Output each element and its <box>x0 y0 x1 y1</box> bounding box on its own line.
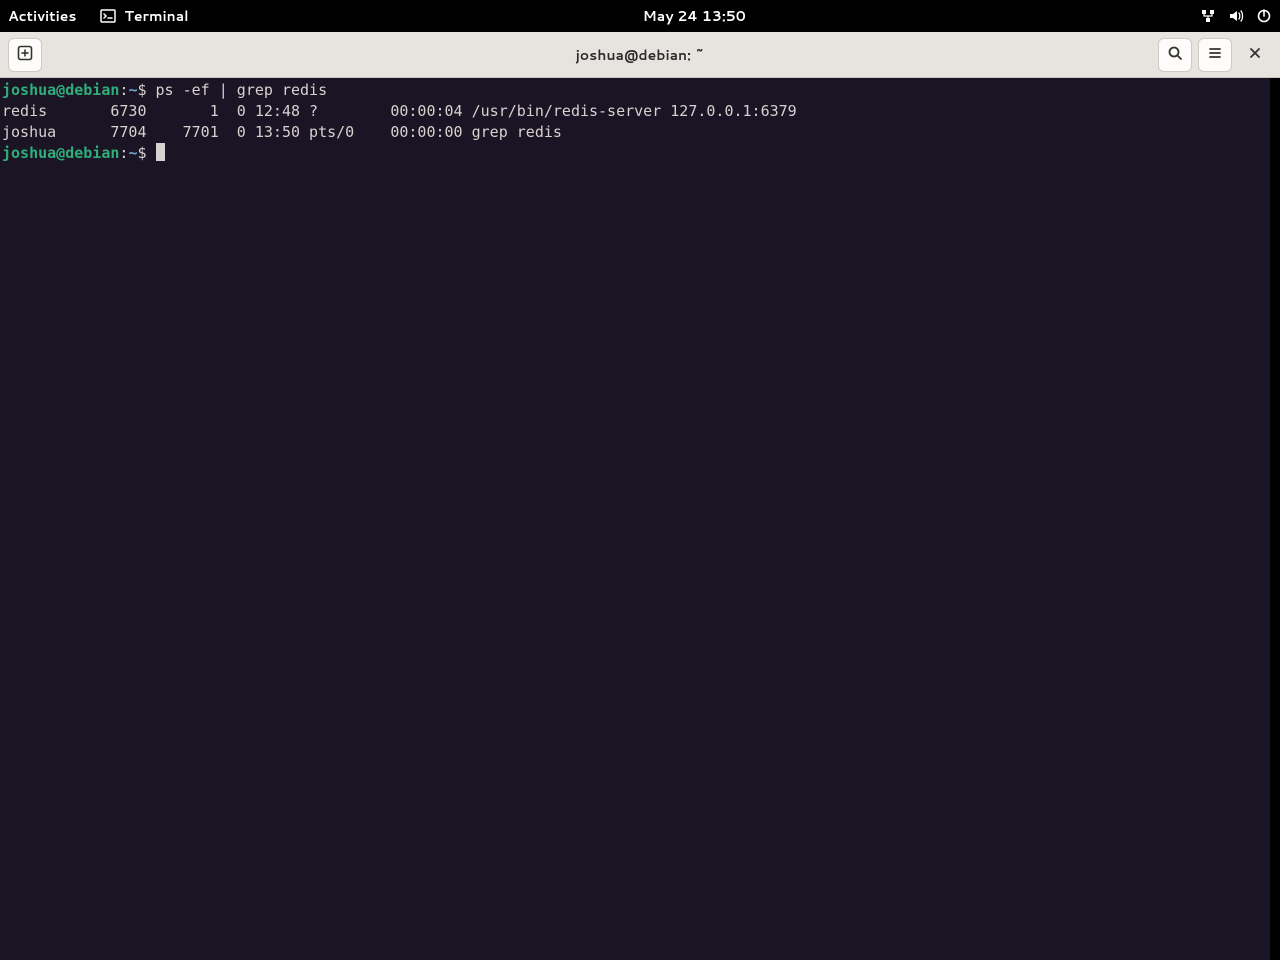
plus-box-icon <box>17 45 33 64</box>
topbar-status-area[interactable] <box>1200 8 1272 24</box>
current-app-name: Terminal <box>124 6 188 26</box>
network-icon <box>1200 8 1216 24</box>
headerbar-right <box>1158 38 1272 72</box>
terminal-icon <box>100 8 116 24</box>
prompt-dollar: $ <box>137 144 155 162</box>
prompt-userhost: joshua@debian <box>2 81 119 99</box>
terminal-prompt-line: joshua@debian:~$ <box>2 143 1268 164</box>
prompt-dollar: $ <box>137 81 155 99</box>
activities-button[interactable]: Activities <box>8 6 76 26</box>
prompt-userhost: joshua@debian <box>2 144 119 162</box>
terminal-viewport[interactable]: joshua@debian:~$ ps -ef | grep redisredi… <box>0 78 1270 960</box>
hamburger-menu-button[interactable] <box>1198 38 1232 72</box>
search-button[interactable] <box>1158 38 1192 72</box>
topbar-clock[interactable]: May 24 13:50 <box>189 6 1200 26</box>
terminal-cursor <box>156 143 165 161</box>
topbar-left: Activities Terminal <box>8 6 189 26</box>
headerbar-left <box>8 38 42 72</box>
terminal-output-line: joshua 7704 7701 0 13:50 pts/0 00:00:00 … <box>2 122 1268 143</box>
volume-icon <box>1228 8 1244 24</box>
terminal-prompt-line: joshua@debian:~$ ps -ef | grep redis <box>2 80 1268 101</box>
window-title: joshua@debian: ~ <box>0 45 1280 65</box>
hamburger-icon <box>1207 45 1223 64</box>
gnome-top-panel: Activities Terminal May 24 13:50 <box>0 0 1280 32</box>
close-icon <box>1248 46 1262 63</box>
terminal-output-line: redis 6730 1 0 12:48 ? 00:00:04 /usr/bin… <box>2 101 1268 122</box>
search-icon <box>1167 45 1183 64</box>
new-tab-button[interactable] <box>8 38 42 72</box>
close-window-button[interactable] <box>1238 38 1272 72</box>
window-headerbar: joshua@debian: ~ <box>0 32 1280 78</box>
command-text: ps -ef | grep redis <box>156 81 328 99</box>
current-app-indicator[interactable]: Terminal <box>100 6 188 26</box>
power-icon <box>1256 8 1272 24</box>
